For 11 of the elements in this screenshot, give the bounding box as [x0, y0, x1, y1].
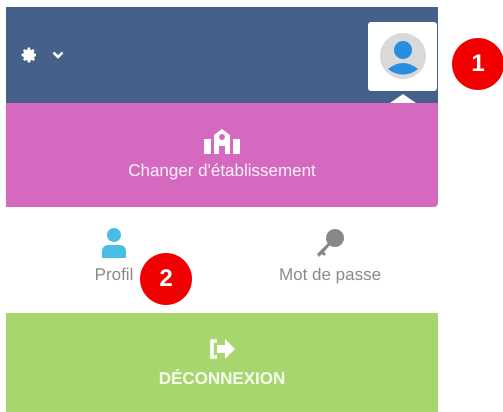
- logout-icon: [208, 338, 236, 360]
- user-avatar-icon: [380, 33, 426, 79]
- user-icon: [102, 228, 126, 258]
- settings-icon: [20, 46, 38, 64]
- menu-link[interactable]: Mot de passe: [222, 207, 438, 313]
- school-building-icon: [204, 126, 240, 154]
- key-icon: [315, 228, 345, 258]
- switch-school-button[interactable]: Changer d'établissement: [6, 103, 438, 207]
- step-number-badge: 1: [452, 38, 503, 90]
- pointer-arrow-icon: [390, 94, 416, 103]
- avatar-button[interactable]: [368, 22, 437, 90]
